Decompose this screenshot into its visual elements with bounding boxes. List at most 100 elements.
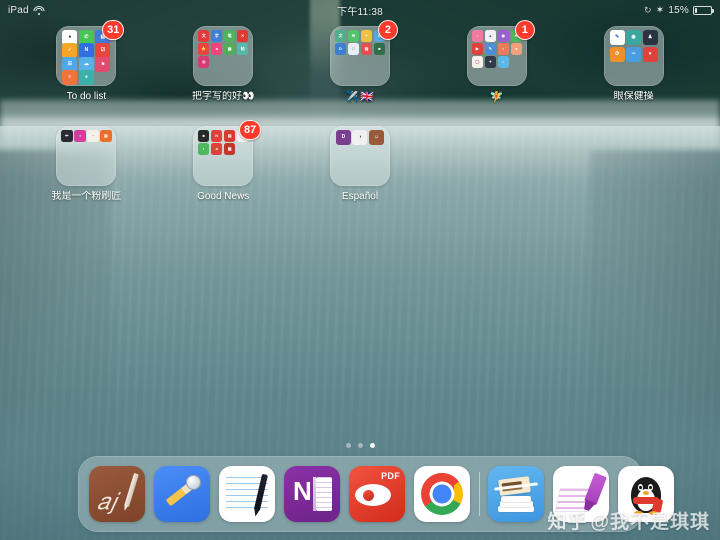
dark-green-app: ■	[373, 43, 386, 55]
app-glyph: ≡	[68, 74, 72, 81]
app-glyph: ✦	[488, 58, 492, 64]
folder-preview[interactable]: D ◑ ☺	[329, 126, 390, 187]
magenta-paint-app: ◑	[74, 130, 86, 142]
grid-empty-slot	[428, 126, 565, 203]
purple-lang-app: D	[335, 130, 351, 146]
qq-penguin-icon	[629, 473, 663, 515]
app-glyph: D	[341, 134, 346, 141]
app-glyph: ♟	[647, 34, 653, 40]
app-glyph: 帖	[240, 45, 245, 51]
folder-espanol[interactable]: D ◑ ☺ Español	[292, 126, 429, 203]
app-glyph: ♪	[476, 32, 479, 38]
folder-icon-wrap[interactable]: ✏ ◑ ◔ ▤	[56, 126, 117, 187]
folder-preview[interactable]: 文 字 笔 ✕ ⭐ a ▦ 帖 ◎	[193, 26, 254, 86]
orange-timer-app: ⏱	[609, 46, 625, 62]
app-glyph: ▤	[364, 45, 369, 51]
folder-label: 我是一个粉刷匠	[51, 191, 122, 203]
status-bar-clock: 下午11:38	[337, 6, 383, 18]
app-glyph: ☺	[373, 134, 380, 141]
page-indicator[interactable]	[0, 443, 720, 448]
folder-to-do-list[interactable]: ● ✆ ▤ ✓ N ☑ ☰ ☁ ■ ≡ ● 31 To do list	[18, 20, 155, 104]
dock-app-marker[interactable]	[553, 466, 609, 522]
folder-icon-wrap[interactable]: D ◑ ☺	[329, 126, 390, 187]
folder-icon-wrap[interactable]: ♪▲◉☘▶✎◐●◯✦☼ 1	[466, 20, 535, 86]
paper-ball-icon	[186, 475, 201, 490]
folder-icon-wrap[interactable]: ■N▤f◖a▦ 87	[193, 120, 262, 187]
green-chat-app: ✉	[347, 30, 360, 42]
dock-app-paper[interactable]	[154, 466, 210, 522]
blue-write-app: 字	[210, 30, 223, 42]
folder-preview[interactable]: ✏ ◑ ◔ ▤	[56, 126, 117, 187]
green-grid-app: ▦	[223, 43, 236, 55]
shop-app: ⭐	[197, 43, 210, 55]
red-paper-app: ▤	[223, 130, 236, 142]
app-glyph: ▤	[104, 132, 108, 138]
app-glyph: ✎	[488, 45, 492, 51]
app-glyph: ⭐	[201, 45, 207, 51]
folder-icon-wrap[interactable]: 文 字 笔 ✕ ⭐ a ▦ 帖 ◎	[193, 26, 254, 86]
red-a-app: a	[210, 143, 223, 155]
dock-app-qq[interactable]	[618, 466, 674, 522]
folder-good-news[interactable]: ■N▤f◖a▦ 87 Good News	[155, 120, 292, 203]
notability-scribble-icon: 𝑎𝑗	[97, 489, 117, 514]
folder-eye-exercises[interactable]: ✎ ◉ ♟ ⏱ ═ ♥ 眼保健操	[565, 26, 702, 104]
folder-fairy[interactable]: ♪▲◉☘▶✎◐●◯✦☼ 1 🧚	[428, 20, 565, 104]
folder-label: To do list	[66, 91, 107, 102]
page-dot[interactable]	[345, 443, 351, 448]
green-write-app: 笔	[223, 30, 236, 42]
app-glyph: ◑	[358, 134, 362, 141]
dark-person-app: ♟	[642, 30, 658, 45]
badge-count: 87	[238, 120, 262, 141]
app-glyph: N	[215, 132, 219, 138]
app-glyph: 笔	[227, 32, 232, 38]
folder-travel-english[interactable]: 文✉+⚙D□▤■ 2 ✈️🇬🇧	[292, 20, 429, 104]
white-circle-app: ◯	[471, 56, 484, 68]
orange-list-app: ≡	[62, 70, 78, 86]
app-glyph: a	[215, 145, 218, 151]
app-glyph: ♥	[648, 50, 652, 57]
app-glyph: ◉	[501, 32, 506, 38]
dock-app-pdf-expert[interactable]: PDF	[349, 466, 405, 522]
marker-highlighter-icon	[584, 472, 607, 506]
dark-star-app: ✦	[484, 56, 497, 68]
folder-preview[interactable]: ✎ ◉ ♟ ⏱ ═ ♥	[603, 26, 664, 86]
battery-percent-label: 15%	[668, 4, 689, 16]
dock-app-chrome[interactable]	[414, 466, 470, 522]
dock-app-onenote[interactable]: N	[284, 466, 340, 522]
dict-app: D	[334, 43, 347, 55]
peach-app: ●	[510, 43, 523, 55]
pdf-pupil-icon	[363, 490, 374, 501]
dock-app-scanner[interactable]	[488, 466, 544, 522]
page-dot[interactable]	[369, 443, 375, 448]
blue-draw-app: ✎	[484, 43, 497, 55]
folder-handwriting[interactable]: 文 字 笔 ✕ ⭐ a ▦ 帖 ◎ 把字写的好👀	[155, 26, 292, 104]
app-glyph: ◉	[631, 34, 636, 40]
app-glyph: ✕	[241, 32, 245, 38]
red-x-app: ✕	[236, 30, 249, 42]
folder-painter[interactable]: ✏ ◑ ◔ ▤ 我是一个粉刷匠	[18, 126, 155, 203]
status-bar-left: iPad	[8, 5, 45, 16]
dock-app-notability[interactable]: 𝑎𝑗	[89, 466, 145, 522]
brown-face-app: ☺	[368, 130, 384, 146]
app-glyph: ⏱	[615, 50, 620, 57]
sky-app: ☼	[497, 56, 510, 68]
folder-icon-wrap[interactable]: ● ✆ ▤ ✓ N ☑ ☰ ☁ ■ ≡ ● 31	[56, 20, 125, 86]
app-glyph: 文	[338, 32, 343, 38]
folder-label: Good News	[197, 191, 250, 203]
dock-app-notes-writer[interactable]	[219, 466, 275, 522]
pink-app: a	[210, 43, 223, 55]
battery-icon	[693, 5, 714, 15]
app-glyph: a	[215, 45, 218, 51]
wifi-icon	[33, 5, 45, 15]
app-glyph: ✏	[65, 132, 69, 138]
red-news-app: N	[210, 130, 223, 142]
app-glyph: ▤	[227, 132, 232, 138]
page-dot[interactable]	[357, 443, 363, 448]
onenote-letter: N	[293, 476, 312, 506]
app-glyph: ◖	[202, 145, 205, 151]
scanner-stack-icon	[498, 495, 534, 512]
folder-icon-wrap[interactable]: ✎ ◉ ♟ ⏱ ═ ♥	[603, 26, 664, 86]
folder-label: ✈️🇬🇧	[345, 91, 375, 103]
badge-count: 1	[514, 20, 535, 40]
folder-icon-wrap[interactable]: 文✉+⚙D□▤■ 2	[329, 20, 398, 86]
